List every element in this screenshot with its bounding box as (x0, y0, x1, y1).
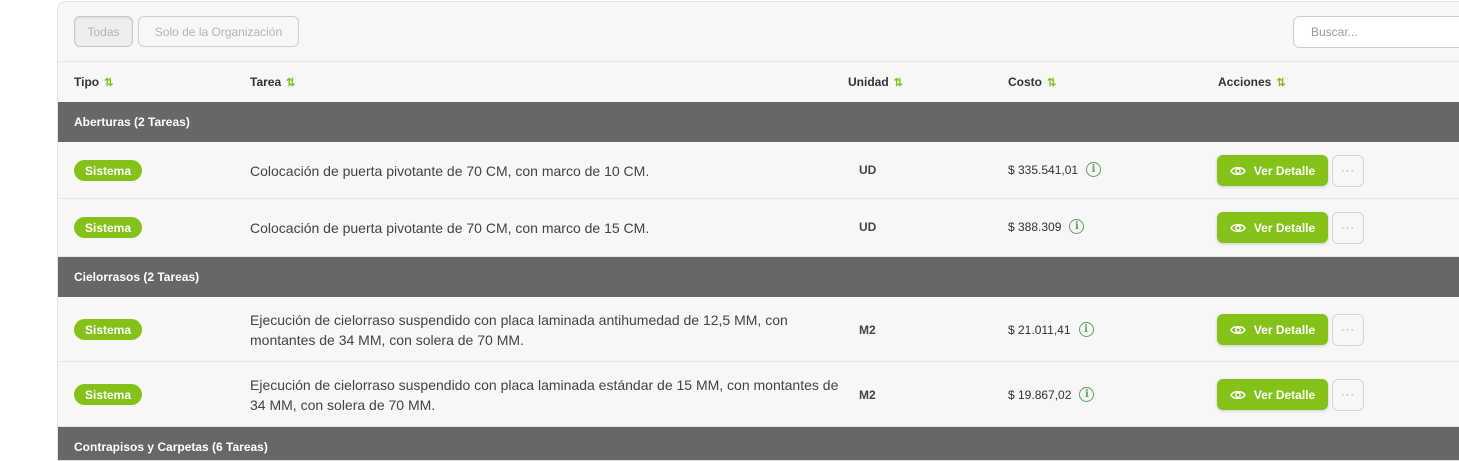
table-row: Sistema Colocación de puerta pivotante d… (58, 199, 1459, 257)
cost-cell: $ 19.867,02 i (1008, 387, 1095, 402)
column-header-unidad[interactable]: Unidad ⇅ (848, 75, 903, 89)
view-detail-button[interactable]: Ver Detalle (1217, 155, 1328, 186)
sort-icon[interactable]: ⇅ (104, 76, 113, 89)
info-icon[interactable]: i (1086, 162, 1102, 177)
sort-icon[interactable]: ⇅ (286, 76, 295, 89)
view-detail-button[interactable]: Ver Detalle (1217, 379, 1328, 410)
cost-value: $ 19.867,02 (1008, 387, 1072, 402)
filter-all-button[interactable]: Todas (74, 16, 133, 47)
group-header-cielorrasos[interactable]: Cielorrasos (2 Tareas) (58, 257, 1459, 297)
info-icon[interactable]: i (1079, 387, 1095, 402)
table-row: Sistema Ejecución de cielorraso suspendi… (58, 297, 1459, 362)
group-header-aberturas[interactable]: Aberturas (2 Tareas) (58, 102, 1459, 142)
cost-cell: $ 21.011,41 i (1008, 322, 1094, 337)
cost-value: $ 335.541,01 (1008, 162, 1079, 177)
table-row: Sistema Ejecución de cielorraso suspendi… (58, 362, 1459, 427)
column-header-tipo[interactable]: Tipo ⇅ (74, 75, 113, 89)
unit-value: M2 (859, 323, 876, 337)
unit-value: UD (859, 220, 877, 234)
more-options-button[interactable]: ··· (1332, 155, 1364, 187)
cost-value: $ 388.309 (1008, 219, 1062, 234)
sort-icon[interactable]: ⇅ (1047, 76, 1056, 89)
search-input[interactable] (1293, 16, 1459, 48)
unit-value: UD (859, 163, 877, 177)
type-badge: Sistema (74, 384, 143, 405)
more-options-button[interactable]: ··· (1332, 314, 1364, 346)
cost-value: $ 21.011,41 (1008, 322, 1071, 337)
task-description: Colocación de puerta pivotante de 70 CM,… (250, 220, 650, 236)
more-options-button[interactable]: ··· (1332, 379, 1364, 411)
cost-cell: $ 335.541,01 i (1008, 162, 1102, 177)
eye-icon (1230, 325, 1246, 334)
tasks-panel: Todas Solo de la Organización Tipo⇅ Tare… (57, 1, 1459, 461)
column-header-costo[interactable]: Costo ⇅ (1008, 75, 1056, 89)
more-options-button[interactable]: ··· (1332, 212, 1364, 244)
view-detail-button[interactable]: Ver Detalle (1217, 314, 1328, 345)
eye-icon (1230, 390, 1246, 399)
unit-value: M2 (859, 388, 876, 402)
task-description: Colocación de puerta pivotante de 70 CM,… (250, 163, 650, 179)
type-badge: Sistema (74, 217, 143, 238)
sort-icon[interactable]: ⇅ (894, 76, 903, 89)
toolbar: Todas Solo de la Organización (58, 2, 1459, 62)
cost-cell: $ 388.309 i (1008, 219, 1085, 234)
table-row: Sistema Colocación de puerta pivotante d… (58, 142, 1459, 199)
column-header-acciones[interactable]: Acciones ⇅ (1218, 75, 1286, 89)
group-header-contrapisos[interactable]: Contrapisos y Carpetas (6 Tareas) (58, 427, 1459, 460)
eye-icon (1230, 166, 1246, 175)
table-header: Tipo ⇅ Tarea ⇅ Unidad ⇅ Costo ⇅ Acciones ⇅ (58, 62, 1459, 102)
task-description: Ejecución de cielorraso suspendido con p… (250, 312, 788, 348)
column-header-tarea[interactable]: Tarea ⇅ (250, 75, 295, 89)
sort-icon[interactable]: ⇅ (1276, 76, 1285, 89)
view-detail-button[interactable]: Ver Detalle (1217, 212, 1328, 243)
task-description: Ejecución de cielorraso suspendido con p… (250, 377, 839, 413)
eye-icon (1230, 223, 1246, 232)
type-badge: Sistema (74, 160, 143, 181)
info-icon[interactable]: i (1078, 322, 1094, 337)
type-badge: Sistema (74, 319, 143, 340)
filter-organization-button[interactable]: Solo de la Organización (138, 16, 299, 47)
info-icon[interactable]: i (1069, 219, 1085, 234)
